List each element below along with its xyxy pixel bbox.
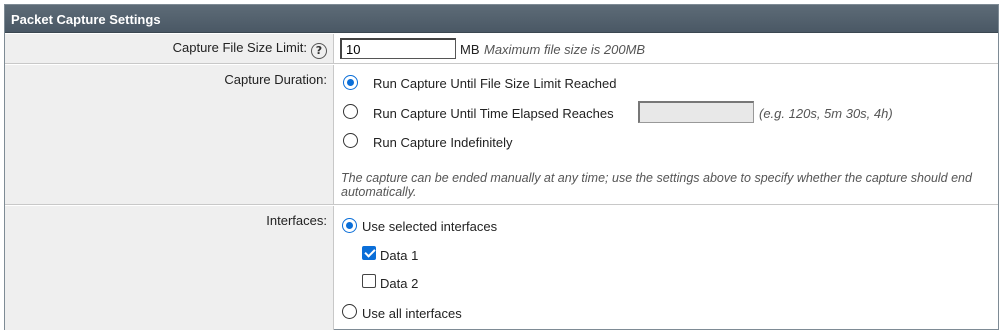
duration-time-elapsed-radio[interactable] <box>343 104 358 119</box>
help-icon[interactable]: ? <box>311 43 327 59</box>
file-size-label: Capture File Size Limit: <box>172 40 307 55</box>
duration-option-label: Run Capture Indefinitely <box>373 135 513 150</box>
use-selected-interfaces-radio[interactable] <box>342 218 357 233</box>
file-size-row: Capture File Size Limit:? MB Maximum fil… <box>5 34 998 64</box>
data-2-label: Data 2 <box>380 276 419 291</box>
duration-file-size-radio[interactable] <box>343 75 358 90</box>
duration-option-label: Run Capture Until Time Elapsed Reaches <box>373 106 614 121</box>
capture-duration-label: Capture Duration: <box>224 72 327 87</box>
interfaces-label: Interfaces: <box>266 213 327 228</box>
data-1-checkbox[interactable] <box>362 246 376 260</box>
duration-note: The capture can be ended manually at any… <box>341 171 972 199</box>
file-size-input[interactable] <box>340 38 456 59</box>
time-elapsed-input[interactable] <box>638 101 754 123</box>
interfaces-row: Interfaces: Use selected interfaces Data… <box>5 206 998 330</box>
use-all-interfaces-label: Use all interfaces <box>362 306 462 321</box>
data-1-label: Data 1 <box>380 248 419 263</box>
capture-duration-row: Capture Duration: Run Capture Until File… <box>5 65 998 205</box>
use-selected-interfaces-label: Use selected interfaces <box>362 219 498 234</box>
file-size-hint: Maximum file size is 200MB <box>484 42 646 57</box>
use-all-interfaces-radio[interactable] <box>342 304 357 319</box>
duration-option-label: Run Capture Until File Size Limit Reache… <box>373 76 617 91</box>
duration-indefinite-radio[interactable] <box>343 133 358 148</box>
packet-capture-settings-panel: Packet Capture Settings Capture File Siz… <box>4 4 999 330</box>
time-elapsed-hint: (e.g. 120s, 5m 30s, 4h) <box>759 106 893 121</box>
file-size-unit: MB <box>460 42 480 57</box>
panel-title: Packet Capture Settings <box>5 5 998 33</box>
data-2-checkbox[interactable] <box>362 274 376 288</box>
